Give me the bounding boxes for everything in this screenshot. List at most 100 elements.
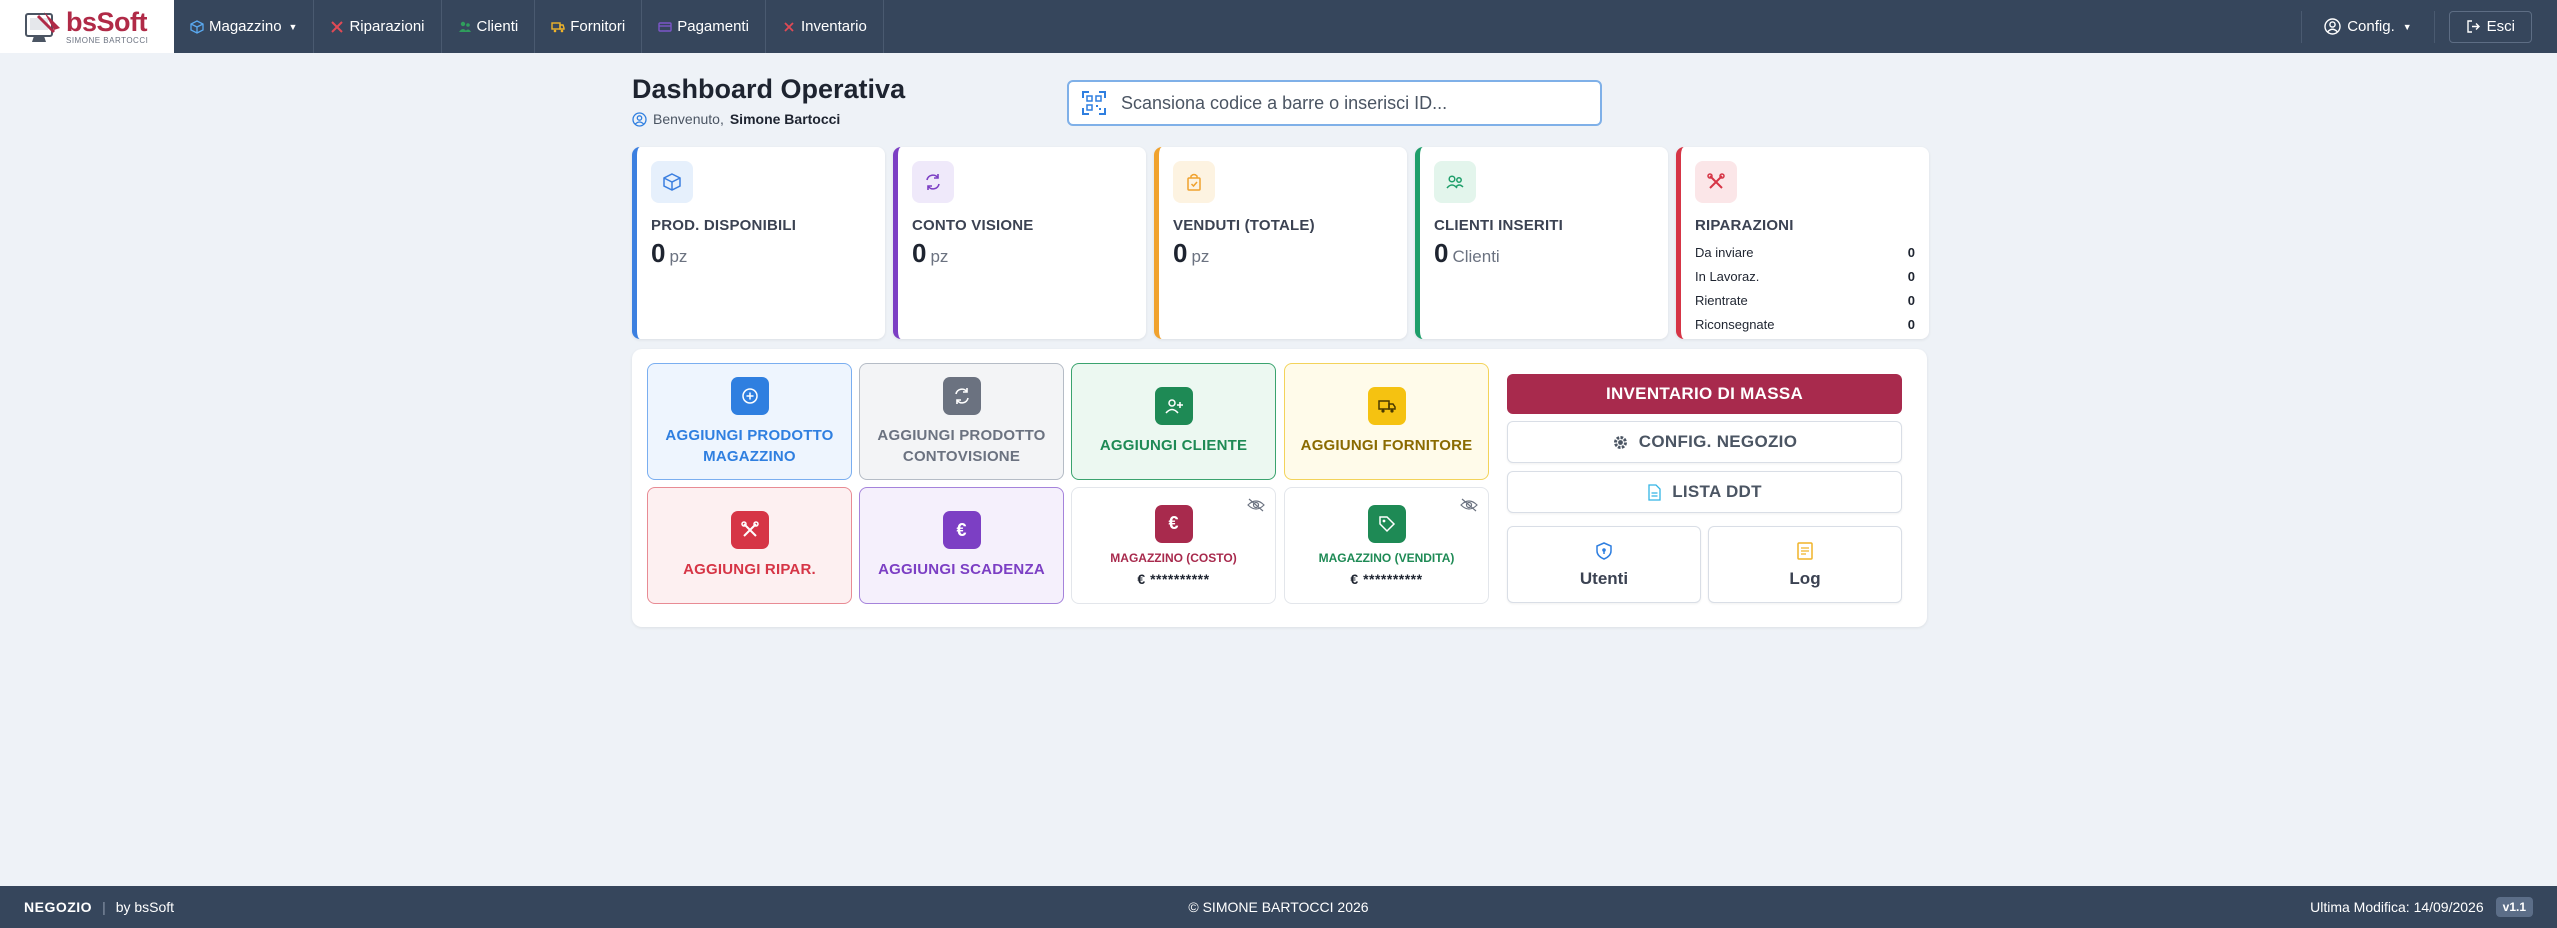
shop-config-button[interactable]: CONFIG. NEGOZIO <box>1507 421 1902 463</box>
user-circle-icon <box>2324 18 2341 35</box>
stock-sale-card[interactable]: MAGAZZINO (VENDITA) € ********** <box>1284 487 1489 604</box>
stat-card-sold[interactable]: VENDUTI (TOTALE) 0 pz <box>1154 147 1407 339</box>
add-conto-label: AGGIUNGI PRODOTTO CONTOVISIONE <box>877 426 1046 465</box>
footer-right: Ultima Modifica: 14/09/2026 v1.1 <box>2310 897 2533 917</box>
nav-item-label: Pagamenti <box>677 18 749 35</box>
add-repair-label: AGGIUNGI RIPAR. <box>683 561 816 578</box>
stat-card-conto-visione[interactable]: CONTO VISIONE 0 pz <box>893 147 1146 339</box>
stat-card-repairs[interactable]: RIPARAZIONI Da inviare 0 In Lavoraz. 0 Rie… <box>1676 147 1929 339</box>
footer-left: NEGOZIO | by bsSoft <box>24 899 174 915</box>
people-icon <box>1434 161 1476 203</box>
nav-item-label: Inventario <box>800 18 867 35</box>
add-deadline-label: AGGIUNGI SCADENZA <box>878 561 1045 578</box>
search-input[interactable] <box>1121 92 1561 114</box>
euro-icon: € <box>1154 504 1193 543</box>
add-repair-button[interactable]: AGGIUNGI RIPAR. <box>647 487 852 604</box>
qr-scan-icon <box>1082 91 1106 115</box>
add-product-label: AGGIUNGI PRODOTTO MAGAZZINO <box>665 426 834 465</box>
plus-circle-icon <box>730 376 769 415</box>
eye-slash-icon[interactable] <box>1247 498 1265 512</box>
log-button[interactable]: Log <box>1708 526 1902 603</box>
brand-logo[interactable]: bsSoft SIMONE BARTOCCI <box>0 0 174 53</box>
add-supplier-label: AGGIUNGI FORNITORE <box>1300 437 1473 454</box>
barcode-search-box[interactable] <box>1067 80 1602 126</box>
repairs-row: Rientrate 0 <box>1695 292 1915 308</box>
nav-item-label: Riparazioni <box>349 18 425 35</box>
gear-icon <box>1613 435 1627 449</box>
stat-label: CONTO VISIONE <box>912 217 1034 234</box>
stock-cost-value: € ********** <box>1137 570 1210 587</box>
ddt-list-button[interactable]: LISTA DDT <box>1507 471 1902 513</box>
logout-button[interactable]: Esci <box>2448 10 2532 43</box>
mass-inventory-button[interactable]: INVENTARIO DI MASSA <box>1507 374 1902 414</box>
user-plus-icon <box>1154 387 1193 425</box>
truck-icon <box>1367 387 1406 425</box>
config-label: Config. <box>2347 18 2395 35</box>
tools-icon <box>730 511 769 549</box>
add-client-label: AGGIUNGI CLIENTE <box>1099 437 1248 454</box>
card-icon <box>658 21 672 32</box>
nav-item-label: Magazzino <box>209 18 282 35</box>
shopping-bag-icon <box>1173 161 1215 203</box>
shop-config-label: CONFIG. NEGOZIO <box>1638 432 1798 451</box>
refresh-icon <box>912 161 954 203</box>
users-label: Utenti <box>1579 568 1629 588</box>
tools-icon <box>1695 161 1737 203</box>
add-deadline-button[interactable]: € AGGIUNGI SCADENZA <box>859 487 1064 604</box>
top-navbar: bsSoft SIMONE BARTOCCI Magazzino ▼ Ripar… <box>0 0 2557 53</box>
page-title: Dashboard Operativa <box>632 74 906 104</box>
user-circle-icon <box>632 111 647 127</box>
stock-sale-value: € ********** <box>1350 570 1423 587</box>
tag-icon <box>1367 504 1406 543</box>
brand-name: bsSoft <box>66 6 148 37</box>
stat-label: RIPARAZIONI <box>1695 217 1794 234</box>
stat-value: 0 pz <box>912 238 949 268</box>
version-badge: v1.1 <box>2495 897 2533 917</box>
stat-label: VENDUTI (TOTALE) <box>1173 217 1315 234</box>
stock-sale-label: MAGAZZINO (VENDITA) <box>1318 550 1455 565</box>
shield-icon <box>1596 541 1612 560</box>
stat-card-clients[interactable]: CLIENTI INSERITI 0 Clienti <box>1415 147 1668 339</box>
nav-item-magazzino[interactable]: Magazzino ▼ <box>174 0 315 53</box>
chevron-down-icon: ▼ <box>288 21 298 32</box>
footer-shop: NEGOZIO <box>24 899 93 915</box>
repairs-row: Da inviare 0 <box>1695 244 1915 260</box>
euro-icon: € <box>942 511 981 549</box>
repairs-row: In Lavoraz. 0 <box>1695 268 1915 284</box>
nav-item-inventario[interactable]: Inventario <box>766 0 884 53</box>
stat-value: 0 pz <box>651 238 688 268</box>
stock-cost-label: MAGAZZINO (COSTO) <box>1110 550 1237 565</box>
last-modified: Ultima Modifica: 14/09/2026 <box>2310 899 2484 915</box>
nav-item-riparazioni[interactable]: Riparazioni <box>314 0 442 53</box>
welcome-message: Benvenuto, Simone Bartocci <box>632 111 840 127</box>
brand-subtitle: SIMONE BARTOCCI <box>66 35 149 45</box>
stat-label: PROD. DISPONIBILI <box>651 217 797 234</box>
nav-item-fornitori[interactable]: Fornitori <box>535 0 643 53</box>
add-product-button[interactable]: AGGIUNGI PRODOTTO MAGAZZINO <box>647 363 852 480</box>
x-icon <box>784 21 794 32</box>
welcome-prefix: Benvenuto, <box>653 111 724 127</box>
nav-item-label: Clienti <box>476 18 519 35</box>
config-menu-button[interactable]: Config. ▼ <box>2301 10 2435 43</box>
refresh-icon <box>942 376 981 415</box>
footer-by: by bsSoft <box>115 899 175 915</box>
users-button[interactable]: Utenti <box>1507 526 1701 603</box>
journal-icon <box>1797 541 1813 560</box>
chevron-down-icon: ▼ <box>2402 21 2412 32</box>
document-icon <box>1648 483 1661 501</box>
ddt-list-label: LISTA DDT <box>1672 482 1762 501</box>
stock-cost-card[interactable]: € MAGAZZINO (COSTO) € ********** <box>1071 487 1276 604</box>
logout-icon <box>2466 20 2480 33</box>
logo-icon <box>25 11 60 42</box>
nav-item-pagamenti[interactable]: Pagamenti <box>642 0 766 53</box>
add-client-button[interactable]: AGGIUNGI CLIENTE <box>1071 363 1276 480</box>
add-conto-visione-button[interactable]: AGGIUNGI PRODOTTO CONTOVISIONE <box>859 363 1064 480</box>
logout-label: Esci <box>2486 18 2515 35</box>
stat-label: CLIENTI INSERITI <box>1434 217 1564 234</box>
footer: NEGOZIO | by bsSoft © SIMONE BARTOCCI 20… <box>0 886 2557 928</box>
eye-slash-icon[interactable] <box>1460 498 1478 512</box>
add-supplier-button[interactable]: AGGIUNGI FORNITORE <box>1284 363 1489 480</box>
nav-item-clienti[interactable]: Clienti <box>442 0 536 53</box>
footer-separator: | <box>102 899 106 915</box>
stat-card-products[interactable]: PROD. DISPONIBILI 0 pz <box>632 147 885 339</box>
